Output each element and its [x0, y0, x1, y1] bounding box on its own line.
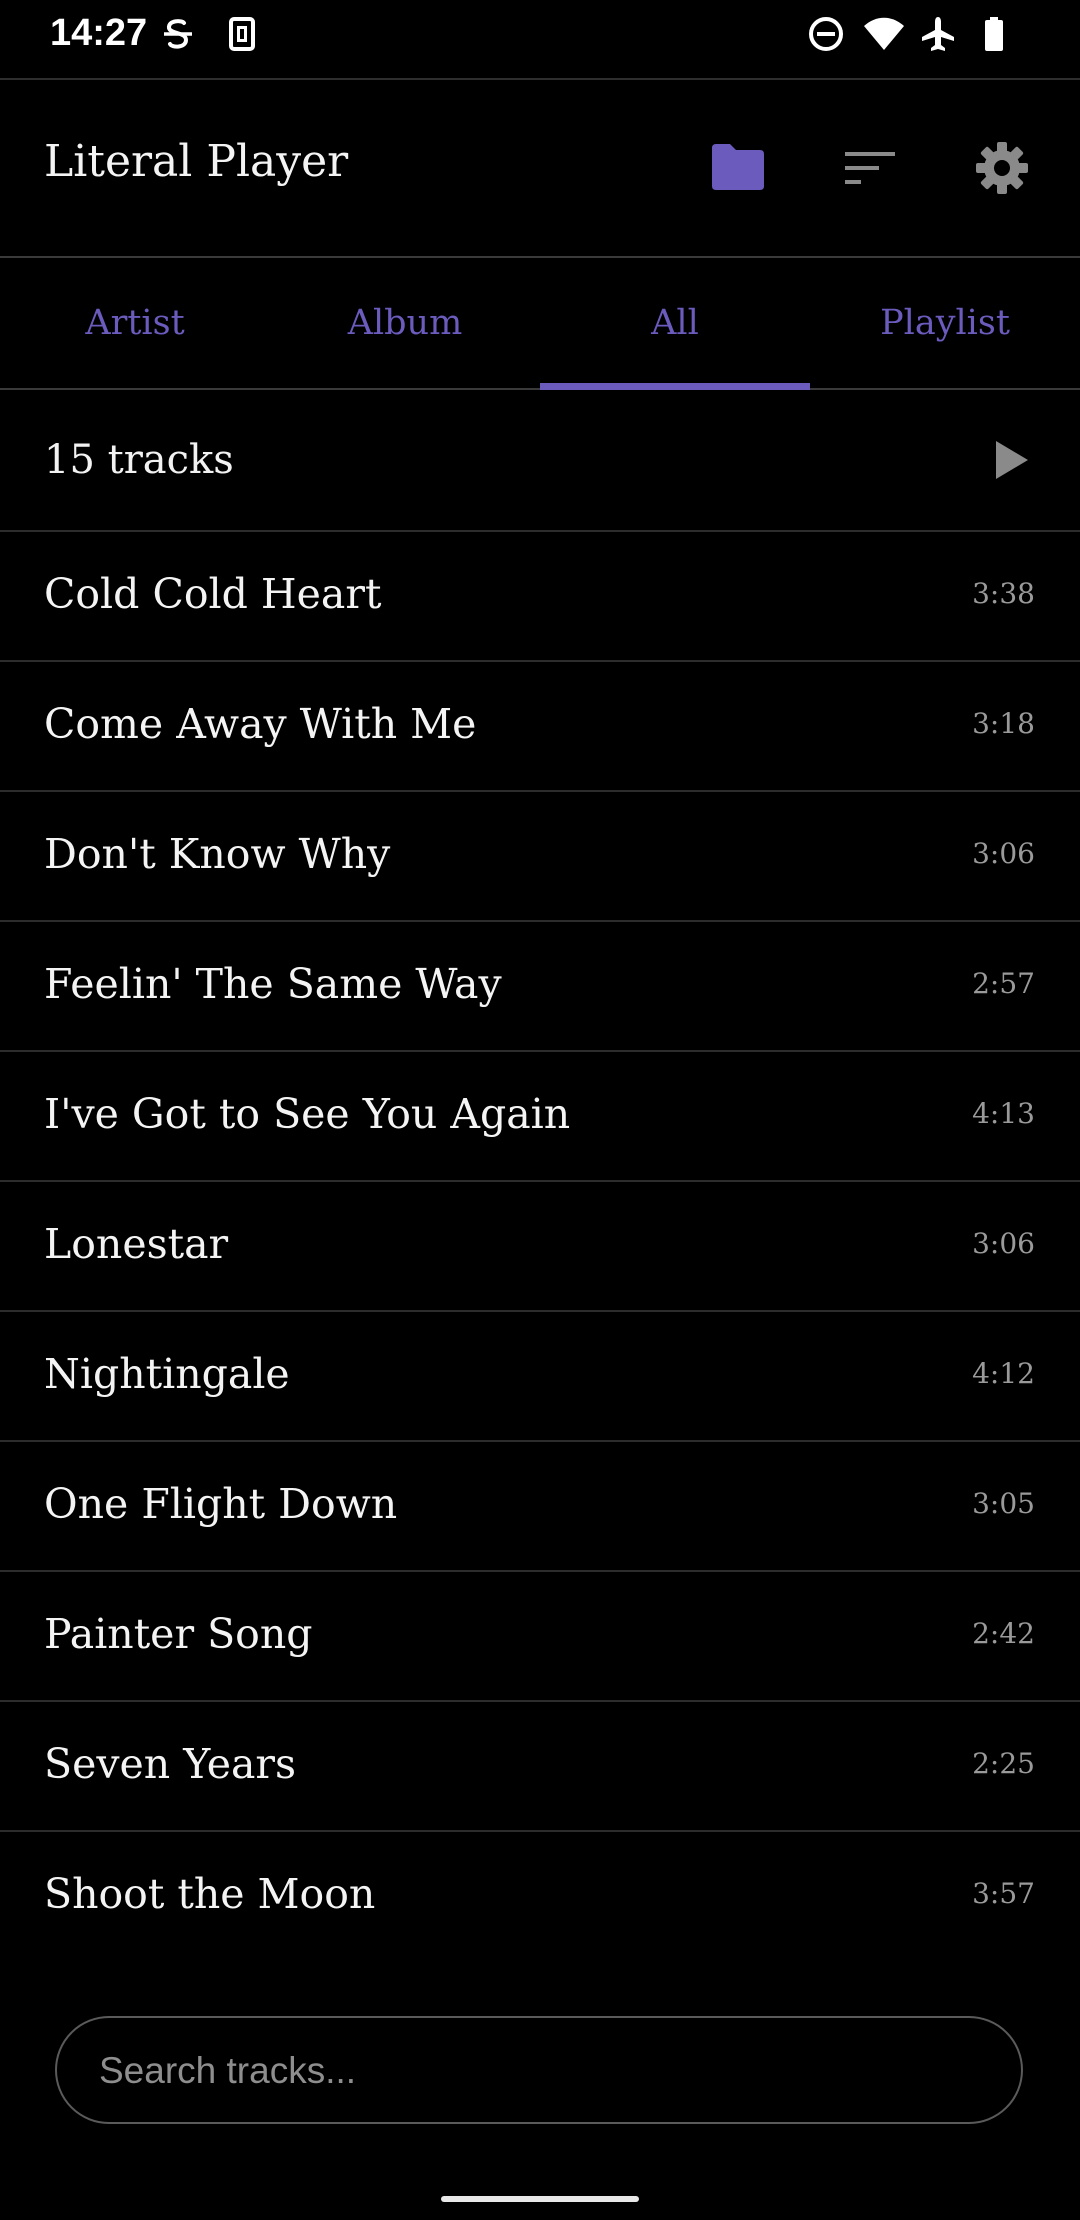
track-title: Shoot the Moon: [44, 1870, 376, 1918]
status-time: 14:27: [50, 12, 148, 54]
track-title: Lonestar: [44, 1220, 229, 1268]
folder-icon[interactable]: [706, 136, 770, 200]
app-bar: Literal Player: [0, 80, 1080, 258]
tab-all[interactable]: All: [540, 258, 810, 390]
search-input[interactable]: [97, 2018, 981, 2124]
track-row[interactable]: Shoot the Moon 3:57: [0, 1832, 1080, 1960]
tab-artist[interactable]: Artist: [0, 258, 270, 388]
track-duration: 2:42: [972, 1617, 1035, 1650]
track-duration: 2:57: [972, 967, 1035, 1000]
track-title: Cold Cold Heart: [44, 570, 382, 618]
track-row[interactable]: Seven Years 2:25: [0, 1702, 1080, 1832]
track-duration: 3:18: [972, 707, 1035, 740]
track-count: 15 tracks: [44, 437, 234, 483]
track-duration: 4:12: [972, 1357, 1035, 1390]
track-row[interactable]: Come Away With Me 3:18: [0, 662, 1080, 792]
track-title: Seven Years: [44, 1740, 297, 1788]
track-duration: 3:38: [972, 577, 1035, 610]
track-duration: 4:13: [972, 1097, 1035, 1130]
track-duration: 3:57: [972, 1877, 1035, 1910]
gesture-navigation-bar[interactable]: [441, 2196, 639, 2202]
play-icon[interactable]: [984, 432, 1040, 488]
track-row[interactable]: I've Got to See You Again 4:13: [0, 1052, 1080, 1182]
track-duration: 3:05: [972, 1487, 1035, 1520]
tab-bar: Artist Album All Playlist: [0, 258, 1080, 390]
track-row[interactable]: Feelin' The Same Way 2:57: [0, 922, 1080, 1052]
track-duration: 3:06: [972, 837, 1035, 870]
track-duration: 3:06: [972, 1227, 1035, 1260]
app-title: Literal Player: [44, 136, 349, 187]
sim-card-icon: [222, 14, 262, 54]
settings-icon[interactable]: [970, 136, 1034, 200]
track-row[interactable]: One Flight Down 3:05: [0, 1442, 1080, 1572]
track-count-row: 15 tracks: [0, 390, 1080, 532]
sort-icon[interactable]: [838, 136, 902, 200]
wifi-icon: [862, 14, 904, 54]
track-title: Don't Know Why: [44, 830, 391, 878]
track-row[interactable]: Nightingale 4:12: [0, 1312, 1080, 1442]
sync-s-icon: [158, 14, 198, 54]
battery-icon: [974, 14, 1014, 54]
track-title: Painter Song: [44, 1610, 313, 1658]
track-title: One Flight Down: [44, 1480, 398, 1528]
track-list: Cold Cold Heart 3:38 Come Away With Me 3…: [0, 532, 1080, 1960]
status-bar: 14:27: [0, 0, 1080, 80]
tab-playlist[interactable]: Playlist: [810, 258, 1080, 388]
track-row[interactable]: Painter Song 2:42: [0, 1572, 1080, 1702]
track-row[interactable]: Cold Cold Heart 3:38: [0, 532, 1080, 662]
track-duration: 2:25: [972, 1747, 1035, 1780]
track-row[interactable]: Don't Know Why 3:06: [0, 792, 1080, 922]
search-box: [55, 2016, 1023, 2124]
tab-album[interactable]: Album: [270, 258, 540, 388]
track-title: Come Away With Me: [44, 700, 477, 748]
track-title: Feelin' The Same Way: [44, 960, 502, 1008]
track-title: I've Got to See You Again: [44, 1090, 571, 1138]
track-row[interactable]: Lonestar 3:06: [0, 1182, 1080, 1312]
airplane-icon: [918, 14, 958, 54]
do-not-disturb-icon: [806, 14, 846, 54]
track-title: Nightingale: [44, 1350, 290, 1398]
